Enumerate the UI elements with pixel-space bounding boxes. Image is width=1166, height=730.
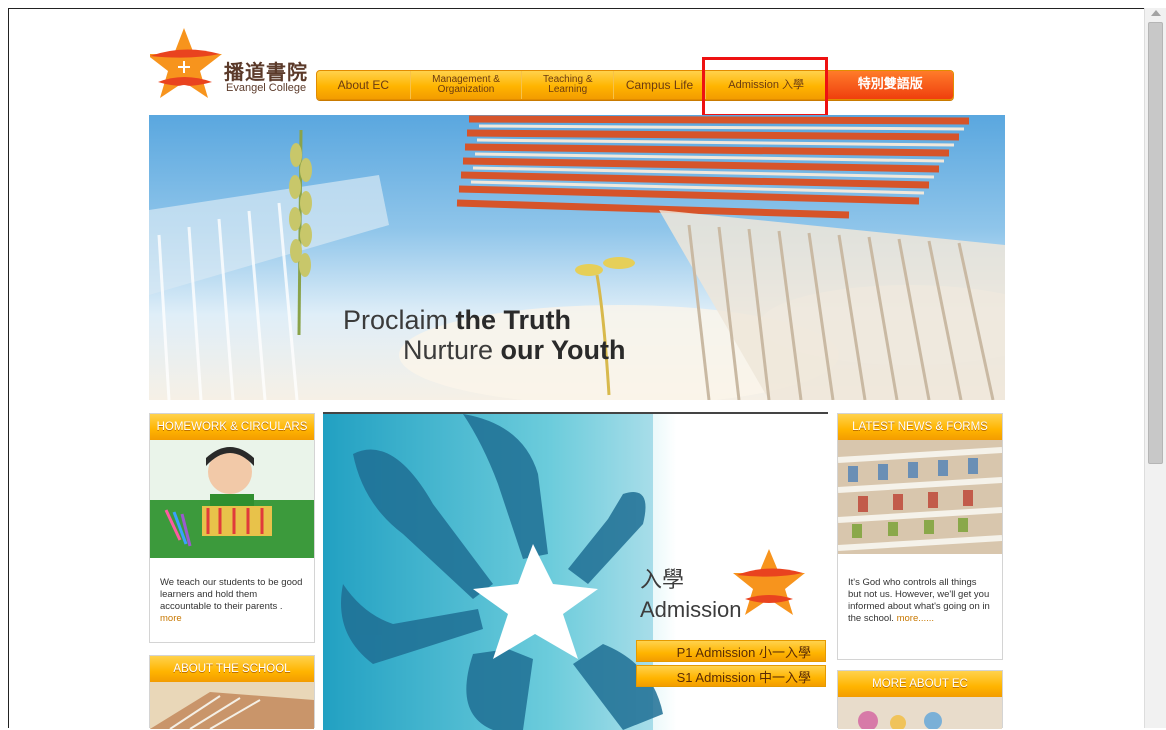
more-about-title[interactable]: MORE ABOUT EC xyxy=(838,671,1002,697)
homework-circulars-title[interactable]: HOMEWORK & CIRCULARS xyxy=(150,414,314,440)
nav-management-organization[interactable]: Management & Organization xyxy=(411,71,523,99)
nav-bilingual-edition[interactable]: 特別雙語版 xyxy=(827,71,953,99)
vertical-scrollbar[interactable] xyxy=(1144,8,1166,728)
hero-slogan-line1: Proclaim the Truth xyxy=(343,305,571,336)
s1-admission-button[interactable]: S1 Admission 中一入學 xyxy=(636,665,826,687)
student-photo xyxy=(150,440,314,558)
more-about-box: MORE ABOUT EC xyxy=(837,670,1003,729)
latest-news-box: LATEST NEWS & FORMS It's God who control… xyxy=(837,413,1003,660)
admission-title-chinese: 入學 xyxy=(640,568,685,593)
school-building-photo xyxy=(150,682,314,729)
nav-about-ec[interactable]: About EC xyxy=(317,71,411,99)
logo-english-name: Evangel College xyxy=(226,82,307,94)
homework-description: We teach our students to be good learner… xyxy=(150,577,314,625)
latest-news-title[interactable]: LATEST NEWS & FORMS xyxy=(838,414,1002,440)
main-navigation: About EC Management & Organization Teach… xyxy=(316,70,954,100)
nav-campus-life[interactable]: Campus Life xyxy=(614,71,706,99)
scroll-up-arrow-icon[interactable] xyxy=(1151,10,1161,16)
news-more-link[interactable]: more...... xyxy=(897,613,934,624)
homework-text: We teach our students to be good learner… xyxy=(160,577,303,612)
star-logo-icon xyxy=(146,28,222,100)
admission-highlight-box xyxy=(702,57,828,117)
about-school-box: ABOUT THE SCHOOL xyxy=(149,655,315,729)
admission-title-english: Admission xyxy=(640,597,742,622)
p1-admission-button[interactable]: P1 Admission 小一入學 xyxy=(636,640,826,662)
news-description: It's God who controls all things but not… xyxy=(838,577,1002,625)
hero-slogan-line2: Nurture our Youth xyxy=(403,335,626,366)
hero-line2-light: Nurture xyxy=(403,335,494,365)
hero-line1-light: Proclaim xyxy=(343,305,449,335)
scroll-thumb[interactable] xyxy=(1148,22,1163,464)
more-about-photo xyxy=(838,697,1002,729)
about-school-title[interactable]: ABOUT THE SCHOOL xyxy=(150,656,314,682)
homework-more-link[interactable]: more xyxy=(160,613,182,624)
hero-line1-bold: the Truth xyxy=(455,305,572,335)
news-photo xyxy=(838,440,1002,554)
logo-chinese-name: 播道書院 xyxy=(224,60,308,84)
homework-circulars-box: HOMEWORK & CIRCULARS We teach our studen… xyxy=(149,413,315,643)
nav-teaching-learning[interactable]: Teaching & Learning xyxy=(522,71,615,99)
hero-line2-bold: our Youth xyxy=(500,335,626,365)
